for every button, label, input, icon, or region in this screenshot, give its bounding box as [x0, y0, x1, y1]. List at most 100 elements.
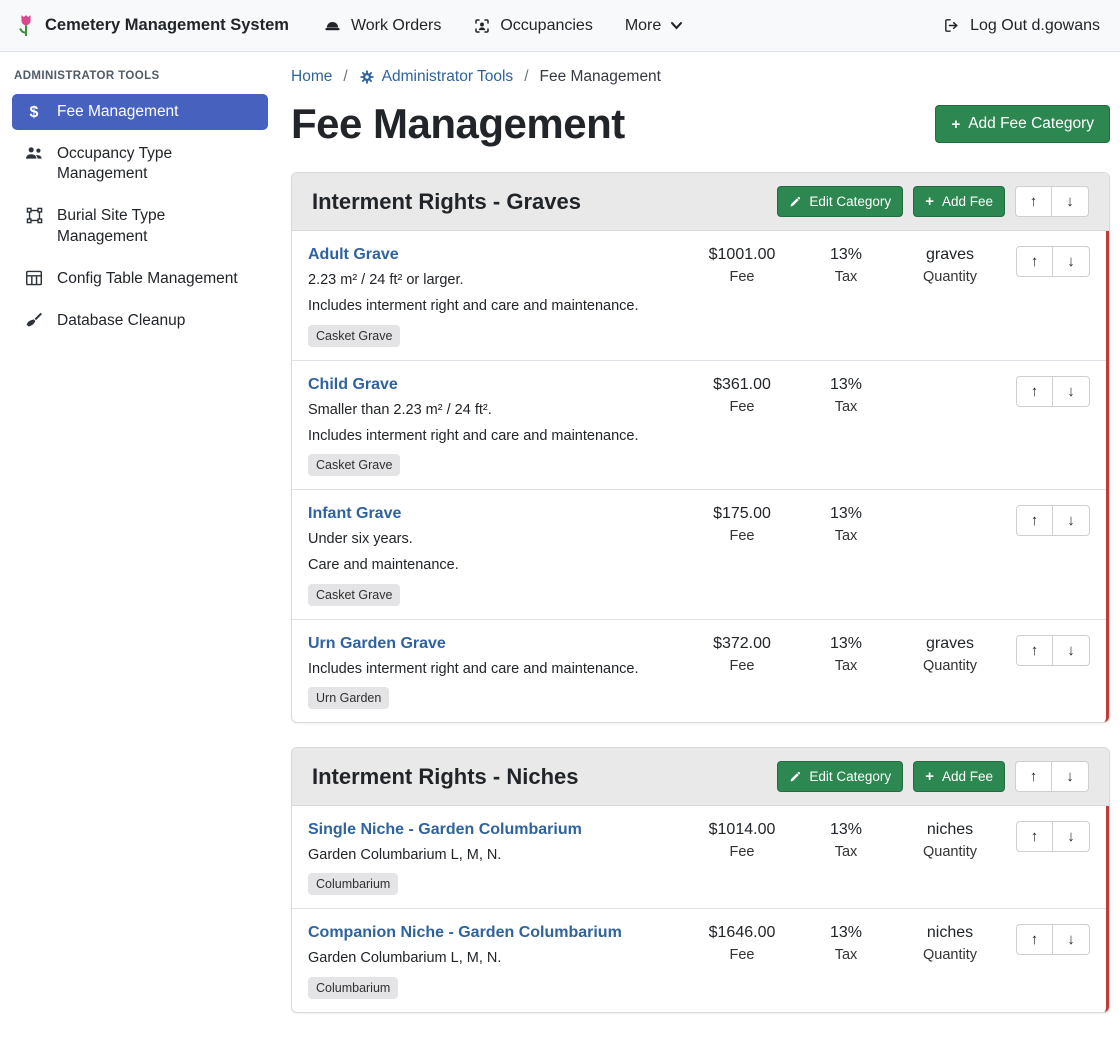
- fee-row: Companion Niche - Garden Columbarium Gar…: [292, 909, 1106, 1011]
- move-category-up-button[interactable]: ↑: [1015, 761, 1052, 792]
- sidebar-item-database-cleanup[interactable]: Database Cleanup: [12, 303, 268, 339]
- fee-name-link[interactable]: Adult Grave: [308, 246, 399, 264]
- tax-label: Tax: [794, 269, 898, 285]
- edit-category-button[interactable]: Edit Category: [777, 186, 903, 217]
- arrow-up-icon: ↑: [1031, 642, 1039, 659]
- edit-category-button[interactable]: Edit Category: [777, 761, 903, 792]
- tax-label: Tax: [794, 528, 898, 544]
- fee-amount: $175.00: [690, 505, 794, 523]
- nav-occupancies[interactable]: Occupancies: [459, 9, 607, 43]
- fee-name-link[interactable]: Child Grave: [308, 376, 398, 394]
- fee-type-badge: Casket Grave: [308, 584, 400, 606]
- fee-amount-col: $1001.00 Fee: [690, 246, 794, 285]
- quantity-col: graves Quantity: [898, 246, 1002, 285]
- fee-amount-col: $361.00 Fee: [690, 376, 794, 415]
- fee-description: 2.23 m² / 24 ft² or larger.: [308, 270, 680, 290]
- move-fee-up-button[interactable]: ↑: [1016, 635, 1053, 666]
- move-category-up-button[interactable]: ↑: [1015, 186, 1052, 217]
- sidebar-item-config-table-management[interactable]: Config Table Management: [12, 261, 268, 297]
- sidebar-item-label: Burial Site Type Management: [57, 206, 256, 246]
- arrow-down-icon: ↓: [1066, 768, 1074, 785]
- category-reorder-group: ↑ ↓: [1015, 186, 1089, 217]
- arrow-up-icon: ↑: [1031, 931, 1039, 948]
- add-fee-category-button[interactable]: + Add Fee Category: [935, 105, 1110, 143]
- nav-logout[interactable]: Log Out d.gowans: [938, 9, 1104, 43]
- breadcrumb: Home / Administrator Tools / Fee Managem…: [291, 68, 1110, 86]
- tax-col: 13% Tax: [794, 821, 898, 860]
- fee-name-link[interactable]: Single Niche - Garden Columbarium: [308, 821, 582, 839]
- category-fee-list: Single Niche - Garden Columbarium Garden…: [292, 806, 1109, 1012]
- nav-occupancies-label: Occupancies: [500, 17, 593, 35]
- move-fee-down-button[interactable]: ↓: [1053, 635, 1090, 666]
- main-nav: Work Orders Occupancies More: [309, 9, 697, 43]
- sidebar-item-label: Occupancy Type Management: [57, 144, 256, 184]
- move-fee-down-button[interactable]: ↓: [1053, 821, 1090, 852]
- fee-reorder-group: ↑ ↓: [1016, 376, 1090, 407]
- vector-square-icon: [24, 207, 44, 224]
- nav-more[interactable]: More: [611, 9, 697, 43]
- arrow-down-icon: ↓: [1067, 512, 1075, 529]
- move-fee-down-button[interactable]: ↓: [1053, 505, 1090, 536]
- move-category-down-button[interactable]: ↓: [1052, 186, 1089, 217]
- move-fee-up-button[interactable]: ↑: [1016, 821, 1053, 852]
- add-fee-button[interactable]: + Add Fee: [913, 761, 1005, 792]
- tax-label: Tax: [794, 844, 898, 860]
- move-fee-up-button[interactable]: ↑: [1016, 924, 1053, 955]
- category-header: Interment Rights - Graves Edit Category …: [292, 173, 1109, 231]
- add-fee-button[interactable]: + Add Fee: [913, 186, 1005, 217]
- arrow-up-icon: ↑: [1031, 383, 1039, 400]
- category-fee-list: Adult Grave 2.23 m² / 24 ft² or larger. …: [292, 231, 1109, 722]
- main-content: Home / Administrator Tools / Fee Managem…: [280, 52, 1120, 1037]
- fee-name-link[interactable]: Infant Grave: [308, 505, 401, 523]
- sidebar-item-occupancy-type-management[interactable]: Occupancy Type Management: [12, 136, 268, 192]
- brand[interactable]: Cemetery Management System: [16, 13, 289, 39]
- quantity-unit: graves: [898, 246, 1002, 264]
- quantity-unit: graves: [898, 635, 1002, 653]
- move-fee-up-button[interactable]: ↑: [1016, 505, 1053, 536]
- tax-col: 13% Tax: [794, 376, 898, 415]
- quantity-label: Quantity: [898, 658, 1002, 674]
- table-icon: [24, 270, 44, 286]
- fee-type-badge: Casket Grave: [308, 454, 400, 476]
- fee-amount-label: Fee: [690, 947, 794, 963]
- move-fee-down-button[interactable]: ↓: [1053, 924, 1090, 955]
- breadcrumb-home-link[interactable]: Home: [291, 68, 332, 86]
- arrow-up-icon: ↑: [1030, 768, 1038, 785]
- fee-type-badge: Urn Garden: [308, 687, 389, 709]
- fee-description: Garden Columbarium L, M, N.: [308, 845, 680, 865]
- move-fee-up-button[interactable]: ↑: [1016, 376, 1053, 407]
- fee-amount: $1001.00: [690, 246, 794, 264]
- breadcrumb-admin-tools-link[interactable]: Administrator Tools: [359, 68, 514, 86]
- fee-row: Single Niche - Garden Columbarium Garden…: [292, 806, 1106, 909]
- nav-work-orders[interactable]: Work Orders: [309, 9, 455, 43]
- fee-description: Garden Columbarium L, M, N.: [308, 948, 680, 968]
- category-title: Interment Rights - Niches: [312, 764, 578, 790]
- fee-amount-label: Fee: [690, 658, 794, 674]
- fee-reorder-group: ↑ ↓: [1016, 635, 1090, 666]
- quantity-col: [898, 505, 1002, 510]
- plus-icon: +: [925, 194, 934, 209]
- fee-reorder-group: ↑ ↓: [1016, 246, 1090, 277]
- pencil-icon: [789, 196, 801, 208]
- fee-name-link[interactable]: Urn Garden Grave: [308, 635, 446, 653]
- edit-category-label: Edit Category: [809, 194, 891, 209]
- fee-amount: $361.00: [690, 376, 794, 394]
- move-fee-up-button[interactable]: ↑: [1016, 246, 1053, 277]
- tax-col: 13% Tax: [794, 246, 898, 285]
- quantity-col: niches Quantity: [898, 924, 1002, 963]
- fee-category-card: Interment Rights - Niches Edit Category …: [291, 747, 1110, 1013]
- edit-category-label: Edit Category: [809, 769, 891, 784]
- move-fee-down-button[interactable]: ↓: [1053, 376, 1090, 407]
- sidebar-item-label: Fee Management: [57, 102, 179, 122]
- sidebar-item-fee-management[interactable]: $ Fee Management: [12, 94, 268, 130]
- move-category-down-button[interactable]: ↓: [1052, 761, 1089, 792]
- sidebar: ADMINISTRATOR TOOLS $ Fee Management Occ…: [0, 52, 280, 355]
- sidebar-item-burial-site-type-management[interactable]: Burial Site Type Management: [12, 198, 268, 254]
- quantity-col: graves Quantity: [898, 635, 1002, 674]
- plus-icon: +: [925, 769, 934, 784]
- add-fee-label: Add Fee: [942, 194, 993, 209]
- fee-name-link[interactable]: Companion Niche - Garden Columbarium: [308, 924, 622, 942]
- tax-label: Tax: [794, 399, 898, 415]
- move-fee-down-button[interactable]: ↓: [1053, 246, 1090, 277]
- fee-row: Child Grave Smaller than 2.23 m² / 24 ft…: [292, 361, 1106, 491]
